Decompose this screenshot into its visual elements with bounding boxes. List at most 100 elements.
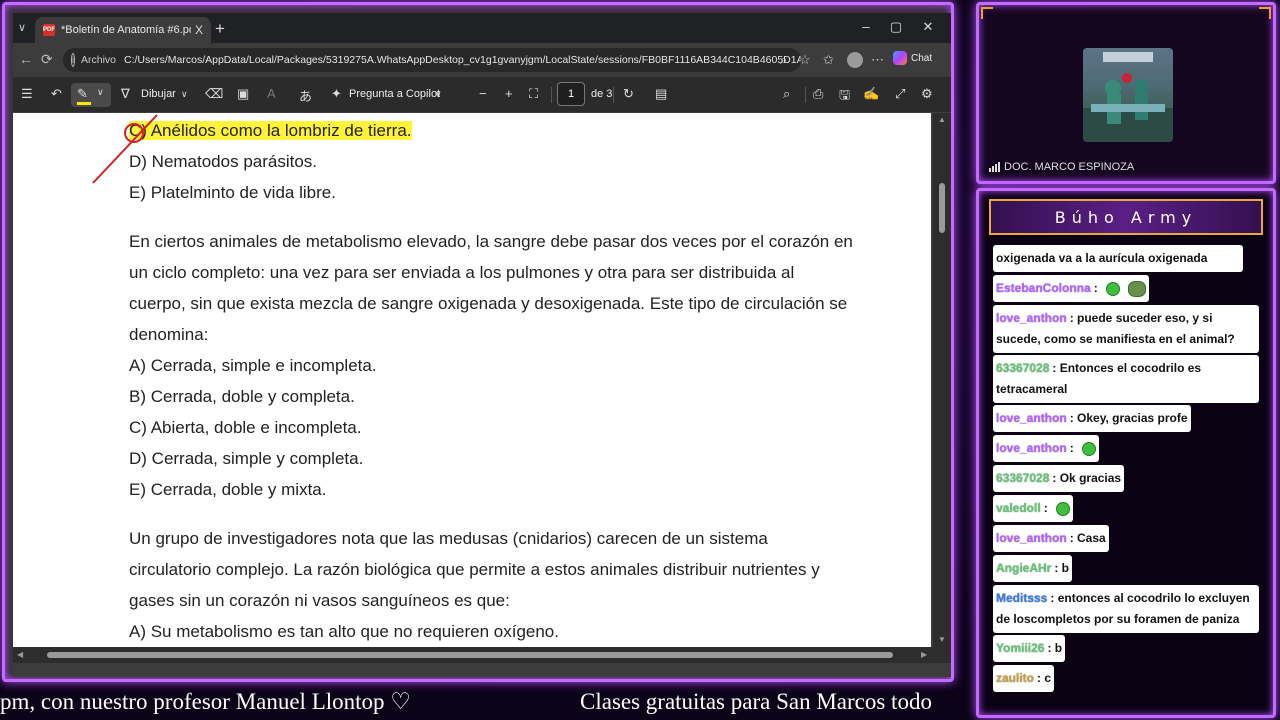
reload-icon[interactable]: ⟳ — [41, 51, 53, 68]
chat-username[interactable]: love_anthon — [996, 531, 1067, 545]
vertical-scrollbar[interactable]: ▲ ▼ — [933, 113, 951, 647]
chat-username[interactable]: valedoll — [996, 501, 1041, 515]
copilot-icon[interactable]: ✦ — [331, 86, 342, 102]
save-icon[interactable]: 🖫 — [839, 86, 850, 108]
chat-text: oxigenada va a la aurícula oxigenada — [996, 251, 1208, 265]
webcam-caption: DOC. MARCO ESPINOZA — [989, 161, 1134, 173]
fullscreen-icon[interactable]: ⤢ — [895, 86, 905, 102]
frog-emote-icon — [1105, 281, 1120, 296]
chat-text: : — [1043, 501, 1048, 515]
text-box-icon[interactable]: ▣ — [237, 86, 249, 102]
chat-text: : b — [1047, 641, 1063, 655]
toolbar-divider — [805, 87, 806, 103]
minimize-button[interactable]: – — [851, 19, 881, 34]
search-icon[interactable]: ⌕ — [783, 86, 790, 102]
pdf-text-line: C) Abierta, doble e incompleta. — [129, 418, 362, 437]
font-size-icon[interactable]: A — [267, 86, 276, 101]
contents-icon[interactable]: ☰ — [21, 86, 33, 102]
tab-close-icon[interactable]: X — [191, 23, 207, 37]
settings-gear-icon[interactable]: ⚙ — [921, 86, 933, 102]
tab-pdf[interactable]: PDF *Boletín de Anatomía #6.pdf X — [35, 17, 211, 43]
pdf-file-icon: PDF — [43, 24, 55, 36]
vertical-scroll-thumb[interactable] — [939, 183, 945, 233]
pdf-viewer[interactable]: C) Anélidos como la lombriz de tierra. D)… — [13, 113, 951, 677]
copilot-chat-button[interactable]: Chat — [893, 51, 932, 65]
chat-username[interactable]: EstebanColonna — [996, 281, 1091, 295]
pdf-text-line: cuerpo, sin que exista mezcla de sangre … — [129, 294, 848, 313]
copilot-chevron-icon[interactable]: ∨ — [435, 89, 442, 100]
chat-username[interactable]: 63367028 — [996, 471, 1049, 485]
draw-button[interactable]: Dibujar — [141, 88, 176, 100]
new-tab-button[interactable]: + — [215, 19, 225, 39]
pdf-text-line: circulatorio complejo. La razón biológic… — [129, 560, 820, 579]
favorite-star-icon[interactable]: ☆ — [799, 52, 811, 68]
pdf-text-line: B) Cerrada, doble y completa. — [129, 387, 355, 406]
undo-icon[interactable]: ↶ — [51, 86, 62, 102]
chat-username[interactable]: 63367028 — [996, 361, 1049, 375]
scroll-left-icon[interactable]: ◀ — [17, 650, 23, 659]
chat-text: : b — [1054, 561, 1070, 575]
info-icon[interactable]: i — [71, 53, 75, 67]
pdf-text-line: denomina: — [129, 325, 209, 344]
rotate-icon[interactable]: ↻ — [623, 86, 634, 102]
chat-message: 63367028: Entonces el cocodrilo es tetrac… — [993, 355, 1259, 403]
highlight-tool-button[interactable]: ✎ ∨ — [71, 83, 111, 107]
tab-list-dropdown-icon[interactable]: ∨ — [18, 21, 26, 34]
print-icon[interactable]: ⎙ — [813, 86, 823, 102]
maximize-button[interactable]: ▢ — [881, 19, 911, 35]
horizontal-scrollbar[interactable]: ◀ ▶ — [13, 647, 951, 663]
scroll-down-icon[interactable]: ▼ — [938, 635, 946, 644]
url-text: C:/Users/Marcos/AppData/Local/Packages/5… — [124, 54, 801, 66]
zoom-in-icon[interactable]: + — [505, 86, 513, 101]
chat-message: EstebanColonna: — [993, 275, 1149, 302]
chat-message: love_anthon: Okey, gracias profe — [993, 405, 1191, 432]
zoom-icon[interactable]: ⌕ — [780, 52, 787, 68]
favorites-icon[interactable]: ✩ — [823, 52, 834, 68]
pdf-text-line: Un grupo de investigadores nota que las … — [129, 529, 768, 548]
chat-username[interactable]: zaulito — [996, 671, 1034, 685]
ask-copilot-button[interactable]: Pregunta a Copilot — [349, 88, 440, 100]
draw-chevron-icon[interactable]: ∨ — [181, 89, 188, 100]
more-menu-icon[interactable]: ⋯ — [871, 52, 884, 68]
profile-avatar[interactable] — [847, 52, 863, 68]
toolbar-divider — [551, 87, 552, 103]
chat-message: love_anthon: Casa — [993, 525, 1109, 552]
chat-text: : Entonces el cocodrilo es — [1052, 361, 1202, 375]
chat-username[interactable]: love_anthon — [996, 441, 1067, 455]
back-icon[interactable]: ← — [19, 51, 33, 67]
toolbar-divider — [613, 87, 614, 103]
horizontal-scroll-thumb[interactable] — [47, 652, 893, 658]
read-aloud-icon[interactable]: あ — [299, 86, 312, 105]
chat-username[interactable]: love_anthon — [996, 311, 1067, 325]
chat-message: Meditsss: entonces al cocodrilo lo exclu… — [993, 585, 1259, 633]
chat-message: love_anthon: — [993, 435, 1099, 462]
signal-bars-icon — [989, 162, 1000, 172]
pdf-text-line: A) Cerrada, simple e incompleta. — [129, 356, 377, 375]
page-view-icon[interactable]: ▤ — [655, 86, 667, 102]
chat-username[interactable]: love_anthon — [996, 411, 1067, 425]
eraser-icon[interactable]: ⌫ — [205, 86, 223, 102]
close-window-button[interactable]: ✕ — [913, 19, 943, 35]
chat-username[interactable]: AngieAHr — [996, 561, 1051, 575]
frog-emote-icon — [1081, 441, 1096, 456]
scroll-right-icon[interactable]: ▶ — [921, 650, 927, 659]
copilot-chat-label: Chat — [911, 52, 933, 64]
draw-icon[interactable]: ∇ — [121, 86, 130, 102]
chat-message: Yomiii26: b — [993, 635, 1066, 662]
scroll-up-icon[interactable]: ▲ — [938, 115, 946, 124]
zoom-out-icon[interactable]: − — [479, 86, 487, 101]
url-input[interactable]: i Archivo C:/Users/Marcos/AppData/Local/… — [63, 48, 801, 72]
save-as-icon[interactable]: ✍ — [863, 86, 879, 102]
webcam-video — [1083, 48, 1173, 142]
operating-room-image — [1083, 52, 1173, 142]
browser-frame: ∨ PDF *Boletín de Anatomía #6.pdf X + – … — [2, 2, 954, 682]
page-number-input[interactable]: 1 — [557, 82, 585, 106]
chat-text: : c — [1037, 671, 1052, 685]
pdf-text-line: gases sin un corazón ni vasos sanguíneos… — [129, 591, 510, 610]
chat-username[interactable]: Yomiii26 — [996, 641, 1044, 655]
chat-username[interactable]: Meditsss — [996, 591, 1047, 605]
chat-message: oxigenada va a la aurícula oxigenada — [993, 245, 1243, 272]
fit-page-icon[interactable]: ⛶ — [529, 86, 538, 102]
copilot-logo-icon — [893, 51, 907, 65]
chat-text: sucede, como se manifiesta en el animal? — [996, 332, 1235, 346]
